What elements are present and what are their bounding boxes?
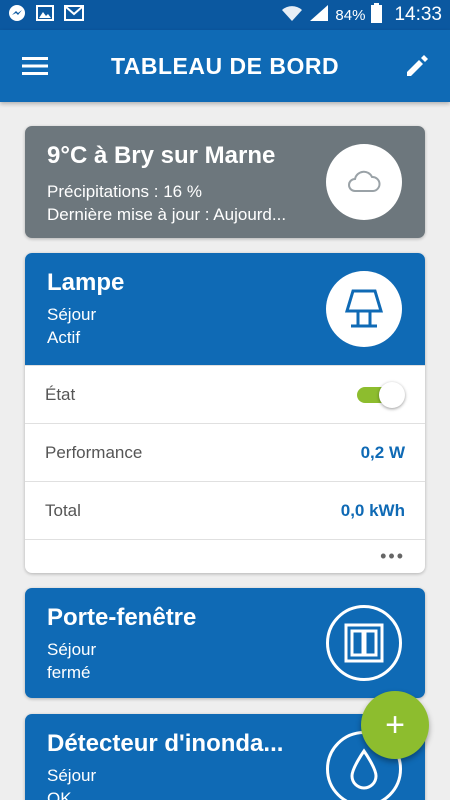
state-label: État [45,384,76,404]
total-value: 0,0 kWh [340,500,405,520]
weather-card[interactable]: 9°C à Bry sur Marne Précipitations : 16 … [25,126,425,238]
pencil-icon[interactable] [400,50,434,82]
gallery-icon [36,4,54,27]
plus-icon: + [385,705,405,744]
weather-updated: Dernière mise à jour : Aujourd... [47,205,287,224]
lamp-total-row: Total 0,0 kWh [25,481,425,539]
door-card[interactable]: Porte-fenêtre Séjour fermé [25,588,425,698]
door-status: fermé [47,663,91,682]
page-title: TABLEAU DE BORD [110,52,340,79]
flood-room: Séjour [47,766,97,785]
cloud-icon [326,144,402,220]
performance-value: 0,2 W [360,442,405,462]
lamp-title: Lampe [47,269,125,296]
state-toggle[interactable] [355,381,405,408]
more-options-button[interactable]: ••• [25,539,425,573]
more-icon: ••• [380,546,405,566]
door-title: Porte-fenêtre [47,604,197,631]
clock: 14:33 [394,4,442,25]
lamp-room: Séjour [47,305,97,324]
weather-precipitation: Précipitations : 16 % [47,182,202,201]
window-icon [326,605,402,681]
battery-icon [371,3,383,27]
flood-title: Détecteur d'inonda... [47,730,284,757]
lamp-card: Lampe Séjour Actif État Performance 0,2 … [25,253,425,573]
gmail-icon [64,4,84,27]
lamp-card-header[interactable]: Lampe Séjour Actif [25,253,425,365]
lamp-state-row: État [25,365,425,423]
lamp-performance-row: Performance 0,2 W [25,423,425,481]
flood-status: OK [47,789,72,800]
app-bar: TABLEAU DE BORD [0,30,450,102]
status-bar: 84% 14:33 [0,0,450,30]
battery-level: 84% [335,6,366,24]
messenger-icon [8,4,26,27]
weather-title: 9°C à Bry sur Marne [47,142,276,169]
signal-icon [309,4,329,26]
menu-icon[interactable] [18,50,52,82]
add-button[interactable]: + [361,691,429,759]
performance-label: Performance [45,442,143,462]
wifi-icon [281,4,303,26]
total-label: Total [45,500,81,520]
lamp-status: Actif [47,328,81,347]
lamp-icon [326,271,402,347]
door-room: Séjour [47,640,97,659]
